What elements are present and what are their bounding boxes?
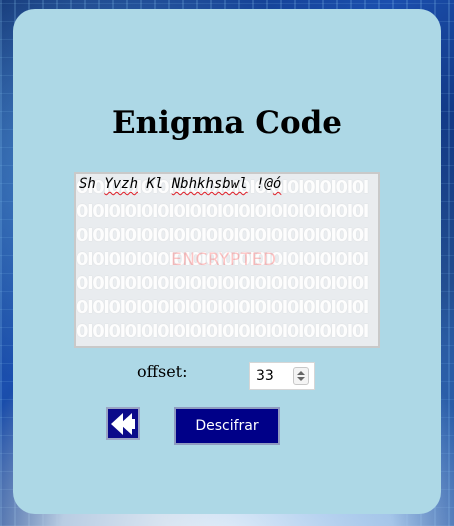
message-textarea[interactable]: 0I0I0I0I0I0I0I0I0I0I0I0I0I0I0I0I0I0I 0I0… <box>74 172 380 348</box>
page-title: Enigma Code <box>111 105 343 141</box>
main-panel: Enigma Code 0I0I0I0I0I0I0I0I0I0I0I0I0I0I… <box>13 9 441 514</box>
back-button[interactable] <box>106 407 140 440</box>
offset-label: offset: <box>137 362 188 381</box>
encrypted-watermark: ENCRYPTED <box>171 250 277 270</box>
double-left-arrow-icon <box>111 413 135 435</box>
spinner-down-icon[interactable] <box>297 377 305 381</box>
spinner-up-icon[interactable] <box>297 371 305 375</box>
offset-spinner[interactable] <box>293 367 309 385</box>
decrypt-button[interactable]: Descifrar <box>174 407 280 445</box>
cipher-text: Sh Yvzh Kl Nbhkhsbwl !@ó <box>79 176 282 192</box>
offset-value: 33 <box>256 368 274 384</box>
offset-number-input[interactable]: 33 <box>249 362 315 390</box>
